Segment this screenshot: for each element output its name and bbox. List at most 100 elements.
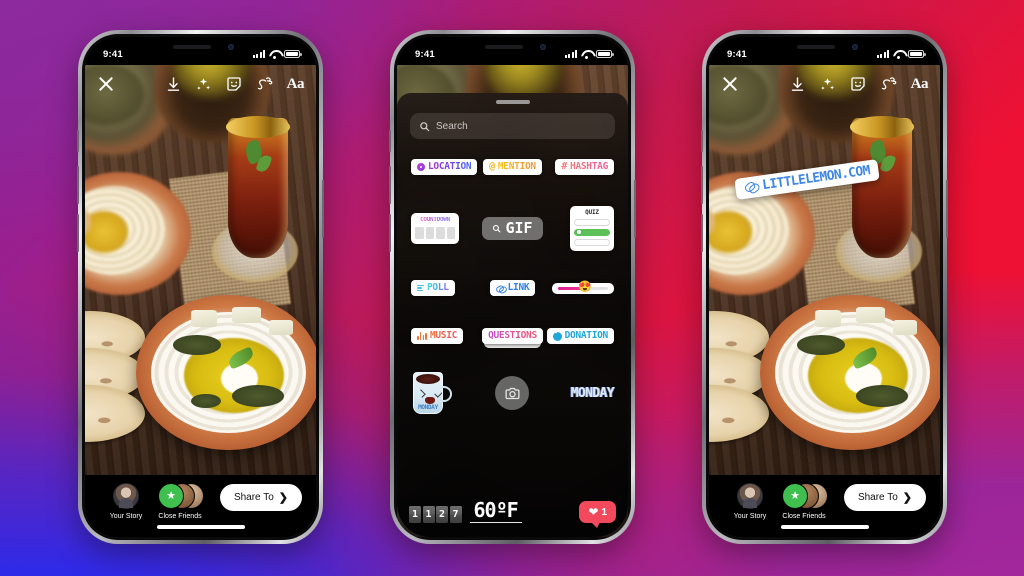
sticker-countdown[interactable]: COUNTDOWN: [411, 212, 459, 244]
link-chain-icon: [496, 284, 505, 293]
mute-switch[interactable]: [77, 130, 79, 152]
close-friends-destination[interactable]: ★ Close Friends: [153, 483, 207, 520]
cellular-bars-icon: [253, 50, 265, 58]
volume-down-button[interactable]: [701, 214, 703, 252]
home-indicator[interactable]: [156, 525, 245, 529]
story-top-toolbar: Aa: [709, 65, 940, 103]
draw-squiggle-icon[interactable]: [256, 76, 274, 92]
slider-track: 😍: [557, 281, 608, 292]
story-tools-group: Aa: [165, 75, 305, 93]
sticker-grid: LOCATION @ MENTION # HASHTAG COUNTDOWN G…: [407, 139, 618, 421]
wifi-icon: [269, 50, 280, 59]
sticker-quiz[interactable]: QUIZ: [569, 205, 614, 251]
tray-drag-handle[interactable]: [495, 100, 530, 104]
volume-up-button[interactable]: [389, 166, 391, 204]
story-tools-group: Aa: [789, 75, 929, 93]
volume-down-button[interactable]: [389, 214, 391, 252]
share-to-label: Share To: [857, 492, 898, 503]
food-photo-canvas: [85, 65, 316, 475]
sticker-mention[interactable]: @ MENTION: [483, 159, 542, 175]
sticker-donation-label: DONATION: [564, 330, 609, 342]
earpiece-speaker: [172, 45, 211, 49]
sticker-link[interactable]: LINK: [489, 280, 536, 296]
close-icon[interactable]: [97, 75, 115, 93]
sticker-monday-text[interactable]: MONDAY: [571, 386, 615, 401]
wifi-icon: [581, 50, 592, 59]
mute-switch[interactable]: [389, 130, 391, 152]
quiz-option-selected: [573, 228, 610, 236]
battery-icon: [596, 50, 614, 58]
search-icon: [493, 224, 501, 232]
sticker-flip-clock[interactable]: 1 1 2 7: [409, 506, 462, 523]
clock-digit: 1: [422, 506, 435, 523]
phone-mockup-link-placed: Aa LITTLELEMON.COM Your Story ★ Close Fr…: [701, 30, 948, 544]
sticker-row-3: POLL LINK 😍: [411, 277, 614, 299]
search-input[interactable]: Search: [410, 113, 615, 139]
your-story-destination[interactable]: Your Story: [723, 483, 777, 520]
draw-squiggle-icon[interactable]: [880, 76, 898, 92]
sticker-questions-label: QUESTIONS: [488, 330, 537, 342]
download-icon[interactable]: [165, 76, 182, 93]
mug-label: MONDAY: [418, 404, 438, 411]
sticker-gif[interactable]: GIF: [482, 216, 543, 240]
camera-icon[interactable]: [495, 376, 530, 410]
sticker-questions[interactable]: QUESTIONS: [482, 328, 543, 348]
share-to-button[interactable]: Share To ❯: [219, 484, 302, 511]
search-icon: [420, 121, 430, 131]
effects-sparkle-icon[interactable]: [819, 76, 836, 93]
star-icon: ★: [790, 489, 800, 502]
sticker-emoji-slider[interactable]: 😍: [551, 281, 614, 294]
sticker-row-1: LOCATION @ MENTION # HASHTAG: [411, 155, 614, 179]
text-aa-icon[interactable]: Aa: [911, 76, 929, 93]
phone-notch: [460, 37, 565, 59]
effects-sparkle-icon[interactable]: [195, 76, 212, 93]
text-aa-icon[interactable]: Aa: [287, 76, 305, 93]
close-friends-label: Close Friends: [782, 513, 826, 520]
sticker-hashtag[interactable]: # HASHTAG: [555, 159, 614, 175]
story-photo: Aa LITTLELEMON.COM: [709, 65, 940, 475]
home-indicator[interactable]: [780, 525, 869, 529]
sticker-hashtag-label: HASHTAG: [570, 161, 608, 173]
phone-screen: Aa Your Story ★ Close Friends Share To ❯…: [85, 37, 316, 537]
sticker-donation[interactable]: DONATION: [546, 328, 614, 344]
mute-switch[interactable]: [701, 130, 703, 152]
poll-bars-icon: [417, 284, 424, 292]
quiz-option: [573, 238, 610, 246]
monday-mug-icon[interactable]: MONDAY: [411, 370, 452, 416]
power-button[interactable]: [946, 180, 948, 238]
battery-icon: [284, 50, 302, 58]
sticker-row-2: COUNTDOWN GIF QUIZ: [411, 205, 614, 251]
sticker-mention-label: MENTION: [497, 161, 536, 173]
sticker-smiley-icon[interactable]: [225, 75, 243, 93]
power-button[interactable]: [322, 180, 324, 238]
close-friends-destination[interactable]: ★ Close Friends: [777, 483, 831, 520]
close-icon[interactable]: [721, 75, 739, 93]
sticker-smiley-icon[interactable]: [849, 75, 867, 93]
wifi-icon: [893, 50, 904, 59]
clock-digit: 2: [436, 506, 448, 523]
phone-screen: Search LOCATION @ MENTION # HASHTAG COUN…: [397, 37, 628, 537]
phone-mockup-sticker-tray: Search LOCATION @ MENTION # HASHTAG COUN…: [389, 30, 636, 544]
clock-digit: 1: [409, 506, 421, 523]
sticker-temperature[interactable]: 60ºF: [469, 500, 522, 523]
food-photo-canvas: [709, 65, 940, 475]
front-camera: [539, 44, 546, 50]
sticker-music-label: MUSIC: [429, 330, 458, 342]
sticker-location[interactable]: LOCATION: [411, 159, 478, 175]
sticker-row-4: MUSIC QUESTIONS ♥ DONATION: [411, 325, 614, 348]
status-time: 9:41: [415, 48, 435, 60]
hash-icon: #: [561, 161, 568, 172]
volume-up-button[interactable]: [701, 166, 703, 204]
volume-down-button[interactable]: [77, 214, 79, 252]
download-icon[interactable]: [789, 76, 806, 93]
share-to-button[interactable]: Share To ❯: [843, 484, 926, 511]
volume-up-button[interactable]: [77, 166, 79, 204]
sticker-poll[interactable]: POLL: [411, 280, 455, 296]
cellular-bars-icon: [877, 50, 889, 58]
story-top-toolbar: Aa: [85, 65, 316, 103]
sticker-like-badge[interactable]: ❤ 1: [579, 501, 616, 528]
your-story-destination[interactable]: Your Story: [99, 483, 153, 520]
sticker-row-bottom: 1 1 2 7 60ºF ❤ 1: [409, 500, 616, 528]
sticker-music[interactable]: MUSIC: [411, 328, 464, 344]
power-button[interactable]: [634, 180, 636, 238]
